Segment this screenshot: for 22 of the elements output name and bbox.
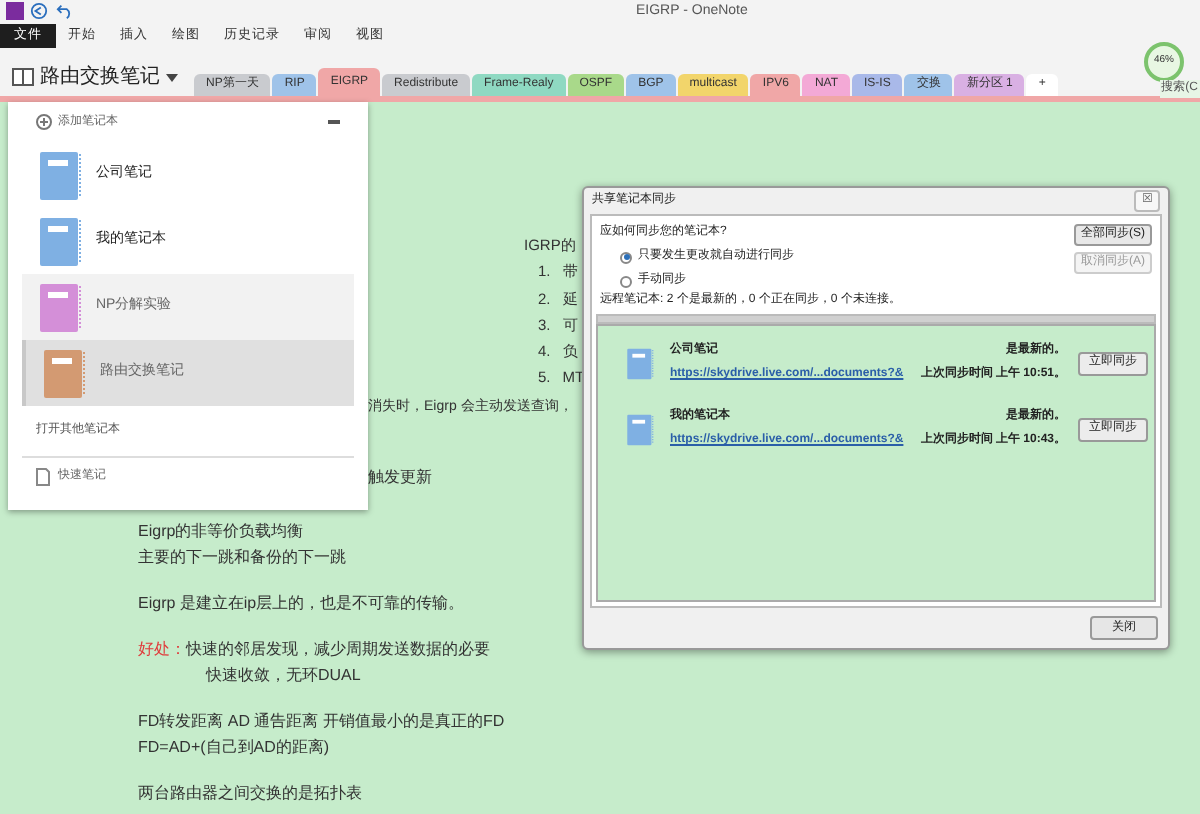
add-icon[interactable] (36, 114, 52, 130)
page-text: FD转发距离 AD 通告距离 开销值最小的是真正的FD (138, 710, 505, 734)
notebook-icon (626, 411, 654, 447)
caret-icon[interactable] (166, 73, 178, 81)
page-icon (36, 468, 50, 486)
page-text: 主要的下一跳和备份的下一跳 (138, 546, 346, 570)
page-text: 快速收敛，无环DUAL (206, 664, 361, 688)
app-logo-icon (6, 2, 24, 20)
notebook-title[interactable]: 路由交换笔记 (40, 62, 160, 92)
page-text: 快速的邻居发现，减少周期发送数据的必要 (186, 638, 490, 662)
page-text: 触发更新 (368, 466, 432, 490)
radio-button[interactable] (620, 275, 632, 287)
undo-icon[interactable] (56, 2, 74, 20)
page-text: Eigrp 是建立在ip层上的，也是不可靠的传输。 (138, 592, 465, 616)
page-text: 两台路由器之间交换的是拓扑表 (138, 782, 362, 806)
page-text: Eigrp的非等价负载均衡 (138, 520, 304, 544)
page-text: FD=AD+(自己到AD的距离) (138, 736, 330, 760)
radio-button[interactable] (620, 251, 632, 263)
back-icon[interactable] (30, 2, 48, 20)
book-icon (12, 68, 34, 86)
notebook-icon (626, 345, 654, 381)
highlight-label: 好处： (138, 638, 186, 662)
